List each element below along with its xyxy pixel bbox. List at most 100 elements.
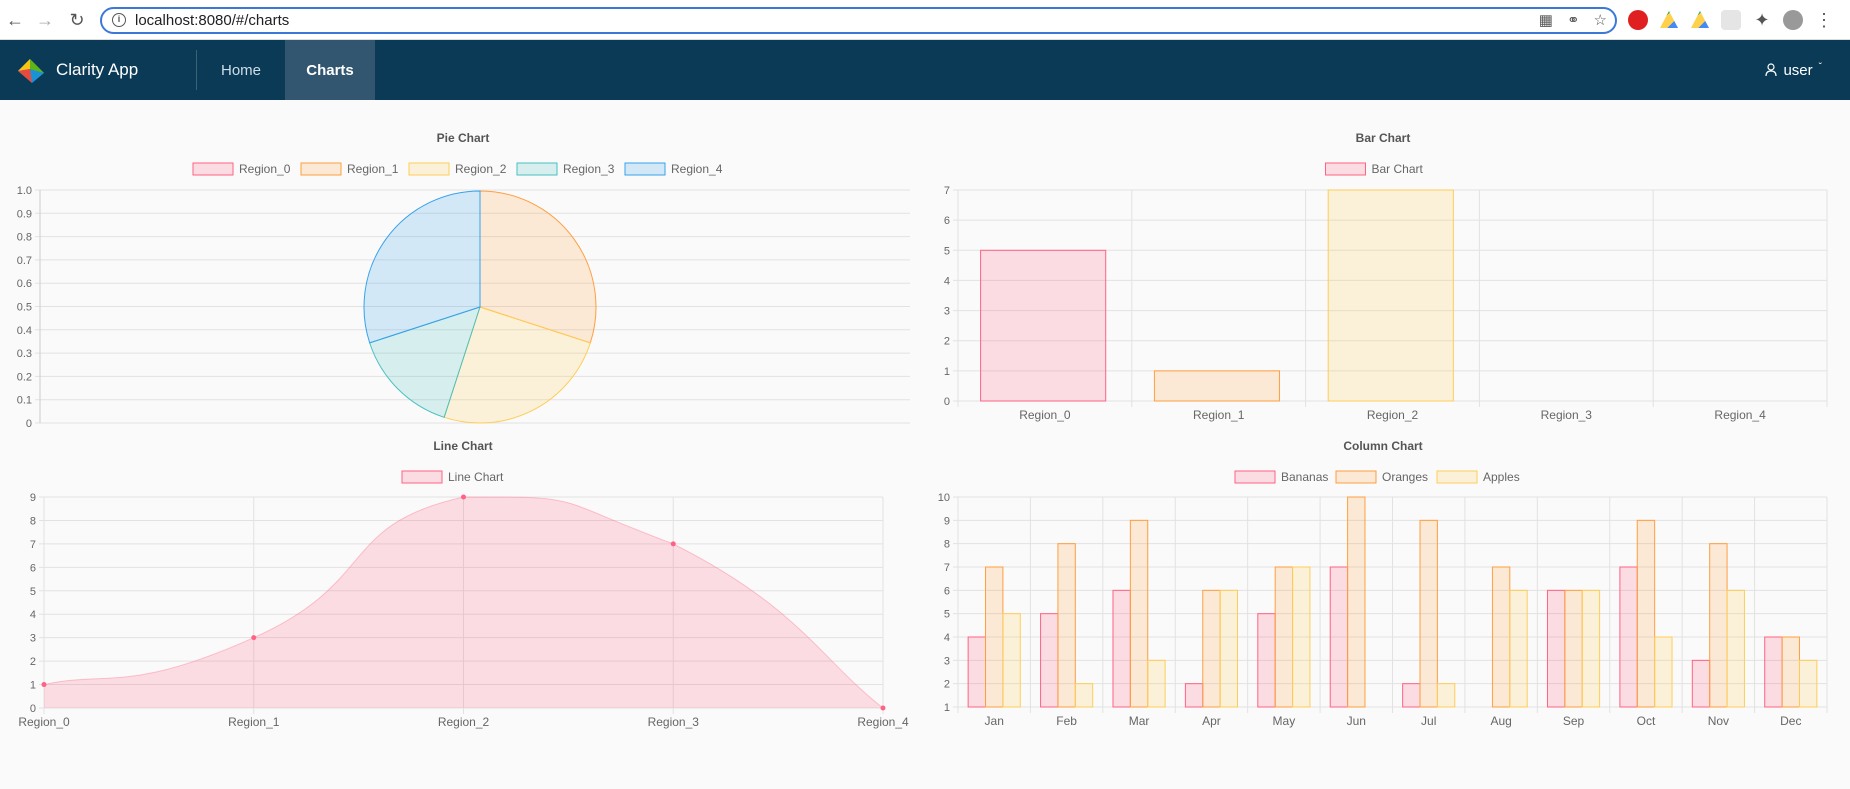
arrow-right-icon[interactable]: →	[34, 9, 56, 31]
y-tick-label: 0.1	[17, 395, 32, 407]
y-tick-label: 4	[30, 609, 36, 621]
column-bar	[1764, 636, 1783, 708]
y-tick-label: 7	[944, 185, 950, 197]
x-tick-label: Region_3	[1541, 408, 1593, 422]
user-menu[interactable]: user ˇ	[1765, 40, 1822, 100]
brand-name: Clarity App	[56, 60, 139, 79]
column-bar	[1292, 566, 1311, 708]
y-tick-label: 6	[944, 585, 950, 597]
pie-chart: Pie Chart Region_0 Region_1 Region_2 Region_…	[0, 120, 920, 430]
column-bar	[1347, 496, 1366, 708]
extension-red-icon[interactable]	[1628, 10, 1648, 30]
url-text[interactable]: localhost:8080/#/charts	[135, 12, 289, 29]
column-bar	[1419, 519, 1438, 708]
x-tick-label: Region_4	[1714, 408, 1766, 422]
legend-swatch	[1335, 470, 1377, 484]
app-header: Clarity App Home Charts user ˇ	[0, 40, 1850, 100]
drive-icon[interactable]	[1660, 11, 1678, 28]
y-tick-label: 0.3	[17, 348, 32, 360]
column-bar	[1546, 589, 1566, 708]
area-fill	[44, 497, 883, 708]
y-tick-label: 5	[944, 609, 950, 621]
column-bar	[1184, 683, 1204, 708]
legend-swatch	[1325, 162, 1366, 176]
more-vert-icon[interactable]: ⋮	[1814, 10, 1834, 30]
x-tick-label: Jul	[1421, 714, 1436, 728]
address-bar[interactable]: i localhost:8080/#/charts ▦ ⚭ ☆	[100, 7, 1617, 34]
legend-label: Line Chart	[448, 470, 504, 484]
drive-icon-2[interactable]	[1691, 11, 1709, 28]
column-bar	[967, 636, 987, 708]
x-tick-label: Jun	[1347, 714, 1366, 728]
extension-grey-icon[interactable]	[1721, 10, 1741, 30]
chart-title: Line Chart	[433, 439, 492, 453]
y-tick-label: 3	[944, 306, 950, 318]
y-tick-label: 0.4	[17, 325, 32, 337]
data-point	[670, 541, 676, 547]
y-tick-label: 0	[30, 703, 36, 715]
x-tick-label: Mar	[1129, 714, 1150, 728]
y-tick-label: 1	[944, 366, 950, 378]
column-bar	[1274, 566, 1294, 708]
qr-code-icon[interactable]: ▦	[1539, 11, 1553, 29]
legend-label: Bar Chart	[1372, 162, 1424, 176]
y-tick-label: 5	[30, 586, 36, 598]
column-bar	[1329, 566, 1349, 708]
chart-title: Column Chart	[1343, 439, 1422, 453]
y-tick-label: 9	[30, 492, 36, 504]
column-bar	[1509, 589, 1528, 708]
avatar[interactable]	[1783, 10, 1803, 30]
browser-toolbar: ← → ↻ i localhost:8080/#/charts ▦ ⚭ ☆ ✦ …	[0, 0, 1850, 40]
y-tick-label: 8	[944, 539, 950, 551]
y-tick-label: 0.9	[17, 208, 32, 220]
legend-label: Bananas	[1281, 470, 1328, 484]
y-tick-label: 3	[30, 633, 36, 645]
brand[interactable]: Clarity App	[16, 40, 138, 100]
chart-title: Pie Chart	[437, 131, 490, 145]
x-tick-label: Region_4	[857, 715, 909, 729]
column-bar	[1619, 566, 1638, 708]
x-tick-label: Region_0	[1019, 408, 1071, 422]
y-tick-label: 6	[30, 562, 36, 574]
y-tick-label: 4	[944, 632, 950, 644]
y-tick-label: 1	[944, 702, 950, 714]
column-bar	[1129, 519, 1149, 708]
user-icon	[1765, 63, 1778, 77]
legend-label: Region_4	[671, 162, 723, 176]
y-tick-label: 1.0	[17, 185, 32, 197]
y-tick-label: 8	[30, 515, 36, 527]
bar	[1153, 370, 1281, 402]
column-bar	[1436, 683, 1456, 708]
legend-swatch	[516, 162, 558, 176]
column-bar	[1709, 543, 1728, 708]
y-tick-label: 0.7	[17, 255, 32, 267]
info-icon[interactable]: i	[112, 13, 126, 27]
column-bar	[1491, 566, 1511, 708]
column-bar	[1057, 543, 1076, 708]
arrow-left-icon[interactable]: ←	[4, 9, 26, 31]
legend-label: Region_0	[239, 162, 291, 176]
y-tick-label: 0.2	[17, 371, 32, 383]
key-icon[interactable]: ⚭	[1567, 11, 1580, 29]
reload-icon[interactable]: ↻	[66, 9, 88, 31]
x-tick-label: Region_2	[438, 715, 490, 729]
column-bar	[1112, 589, 1131, 708]
x-tick-label: Dec	[1780, 714, 1801, 728]
column-bar	[1564, 589, 1583, 708]
column-bar	[1691, 659, 1711, 708]
y-tick-label: 9	[944, 515, 950, 527]
bar-chart: Bar Chart Bar Chart 7 6 5 4 3 2 1 0 Region_0 Region…	[920, 120, 1840, 430]
x-tick-label: Region_3	[648, 715, 700, 729]
y-tick-label: 5	[944, 245, 950, 257]
star-icon[interactable]: ☆	[1594, 11, 1607, 29]
nav-link-charts[interactable]: Charts	[285, 40, 375, 100]
puzzle-icon[interactable]: ✦	[1752, 10, 1772, 30]
y-tick-label: 7	[944, 562, 950, 574]
x-tick-label: Region_0	[18, 715, 70, 729]
x-tick-label: Region_1	[1193, 408, 1245, 422]
bar	[980, 249, 1107, 402]
x-tick-label: Region_1	[228, 715, 280, 729]
data-point	[461, 494, 466, 500]
nav-link-home[interactable]: Home	[197, 40, 285, 100]
legend-swatch	[408, 162, 450, 176]
